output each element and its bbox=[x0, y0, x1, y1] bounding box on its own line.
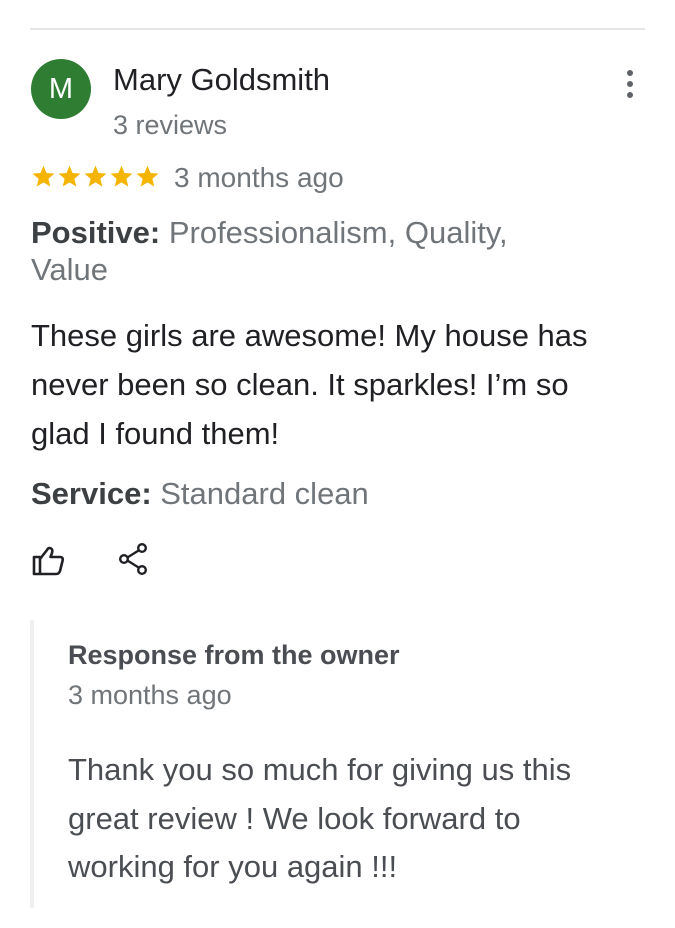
owner-response-text: Thank you so much for giving us this gre… bbox=[68, 752, 572, 884]
share-button[interactable] bbox=[118, 542, 150, 576]
star-icon bbox=[136, 165, 159, 187]
review-text: These girls are awesome! My house has ne… bbox=[31, 318, 588, 451]
review-date: 3 months ago bbox=[174, 162, 344, 193]
review-count[interactable]: 3 reviews bbox=[113, 110, 227, 141]
owner-response-date: 3 months ago bbox=[68, 680, 232, 710]
star-icon bbox=[58, 165, 81, 187]
like-button[interactable] bbox=[30, 542, 66, 578]
more-vert-icon-dot bbox=[627, 81, 633, 87]
owner-response-title: Response from the owner bbox=[68, 640, 400, 670]
more-vert-icon bbox=[627, 70, 633, 76]
owner-response: Response from the owner 3 months ago Tha… bbox=[30, 620, 634, 908]
positive-attributes: Positive: Professionalism, Quality, Valu… bbox=[31, 214, 591, 288]
reviewer-name[interactable]: Mary Goldsmith bbox=[113, 62, 330, 98]
more-vert-icon-dot bbox=[627, 92, 633, 98]
star-icon bbox=[110, 165, 133, 187]
top-divider bbox=[30, 28, 645, 30]
service-value: Standard clean bbox=[151, 476, 369, 511]
avatar[interactable]: M bbox=[31, 59, 91, 119]
star-icon bbox=[32, 165, 55, 187]
thumbs-up-icon bbox=[32, 546, 65, 576]
star-icon bbox=[84, 165, 107, 187]
service-info: Service: Standard clean bbox=[31, 476, 369, 512]
review-card: M Mary Goldsmith 3 reviews 3 months ago … bbox=[0, 0, 675, 928]
service-label: Service: bbox=[31, 476, 152, 511]
star-rating bbox=[31, 164, 160, 189]
positive-label: Positive: bbox=[31, 215, 161, 250]
share-icon bbox=[119, 543, 148, 576]
more-options-button[interactable] bbox=[612, 62, 648, 106]
